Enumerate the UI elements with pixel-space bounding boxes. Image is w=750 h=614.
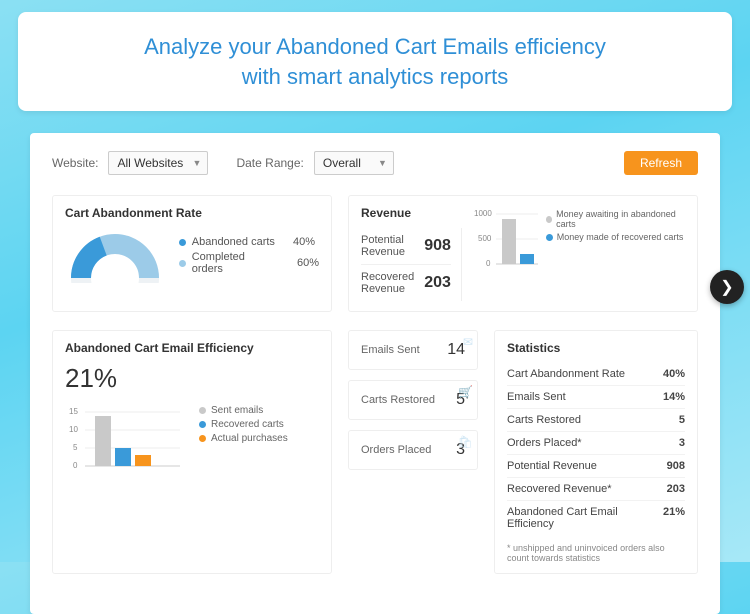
next-arrow-button[interactable]: ❯ xyxy=(710,270,744,304)
metric-carts-restored: Carts Restored 5 🛒 xyxy=(348,380,478,420)
potential-revenue-value: 908 xyxy=(424,237,451,255)
svg-text:500: 500 xyxy=(478,234,492,243)
metrics-column: Emails Sent 14 ✉ Carts Restored 5 🛒 Orde… xyxy=(348,330,478,574)
stat-row: Cart Abandonment Rate40% xyxy=(507,363,685,385)
card-title: Statistics xyxy=(507,341,685,355)
stat-row: Abandoned Cart Email Efficiency21% xyxy=(507,500,685,535)
hero-title-line2: with smart analytics reports xyxy=(242,64,509,89)
cart-icon: 🛒 xyxy=(458,385,473,399)
website-label: Website: xyxy=(52,156,98,170)
website-select[interactable]: All Websites ▼ xyxy=(108,151,208,175)
refresh-button[interactable]: Refresh xyxy=(624,151,698,175)
stat-row: Potential Revenue908 xyxy=(507,454,685,477)
date-range-label: Date Range: xyxy=(236,156,303,170)
card-revenue: Revenue Potential Revenue 908 Recovered R… xyxy=(348,195,698,312)
efficiency-percent: 21% xyxy=(65,363,319,394)
date-range-select-value: Overall xyxy=(323,156,361,170)
svg-text:0: 0 xyxy=(73,461,78,470)
dot-icon xyxy=(179,260,186,267)
mail-icon: ✉ xyxy=(463,335,473,349)
hero-banner: Analyze your Abandoned Cart Emails effic… xyxy=(18,12,732,111)
efficiency-bar-chart: 15 10 5 0 xyxy=(65,402,185,477)
dot-icon xyxy=(546,234,553,241)
revenue-bar-chart: 1000 500 0 xyxy=(474,206,538,276)
revenue-legend: Money awaiting in abandoned carts Money … xyxy=(546,206,685,245)
recovered-revenue-value: 203 xyxy=(424,274,451,292)
filter-bar: Website: All Websites ▼ Date Range: Over… xyxy=(52,151,698,175)
dot-icon xyxy=(199,435,206,442)
stat-row: Recovered Revenue*203 xyxy=(507,477,685,500)
svg-text:5: 5 xyxy=(73,443,78,452)
row-top: Cart Abandonment Rate Abandoned carts 40… xyxy=(52,195,698,312)
card-email-efficiency: Abandoned Cart Email Efficiency 21% 15 1… xyxy=(52,330,332,574)
svg-text:15: 15 xyxy=(69,407,78,416)
abandonment-legend: Abandoned carts 40% Completed orders 60% xyxy=(179,233,319,278)
dot-icon xyxy=(199,407,206,414)
bag-icon: 🛍 xyxy=(458,435,473,449)
stats-footnote: * unshipped and uninvoiced orders also c… xyxy=(507,543,685,563)
chevron-right-icon: ❯ xyxy=(720,277,733,297)
svg-text:10: 10 xyxy=(69,425,78,434)
svg-text:0: 0 xyxy=(486,259,491,268)
metric-orders-placed: Orders Placed 3 🛍 xyxy=(348,430,478,470)
dot-icon xyxy=(546,216,552,223)
website-select-value: All Websites xyxy=(117,156,183,170)
card-title: Cart Abandonment Rate xyxy=(65,206,319,220)
chevron-down-icon: ▼ xyxy=(193,158,202,168)
hero-title: Analyze your Abandoned Cart Emails effic… xyxy=(48,32,702,91)
card-statistics: Statistics Cart Abandonment Rate40% Emai… xyxy=(494,330,698,574)
recovered-revenue-label: Recovered Revenue xyxy=(361,271,414,295)
dot-icon xyxy=(179,239,186,246)
potential-revenue-label: Potential Revenue xyxy=(361,234,414,258)
efficiency-legend: Sent emails Recovered carts Actual purch… xyxy=(199,402,288,447)
chevron-down-icon: ▼ xyxy=(378,158,387,168)
metric-emails-sent: Emails Sent 14 ✉ xyxy=(348,330,478,370)
stat-row: Emails Sent14% xyxy=(507,385,685,408)
svg-text:1000: 1000 xyxy=(474,209,492,218)
analytics-panel: Website: All Websites ▼ Date Range: Over… xyxy=(30,133,720,614)
hero-title-line1: Analyze your Abandoned Cart Emails effic… xyxy=(144,34,606,59)
card-title: Abandoned Cart Email Efficiency xyxy=(65,341,319,355)
stat-row: Orders Placed*3 xyxy=(507,431,685,454)
stat-row: Carts Restored5 xyxy=(507,408,685,431)
card-title: Revenue xyxy=(361,206,462,220)
row-bottom: Abandoned Cart Email Efficiency 21% 15 1… xyxy=(52,330,698,574)
abandonment-donut-chart xyxy=(65,228,165,283)
date-range-select[interactable]: Overall ▼ xyxy=(314,151,394,175)
dot-icon xyxy=(199,421,206,428)
card-abandonment-rate: Cart Abandonment Rate Abandoned carts 40… xyxy=(52,195,332,312)
